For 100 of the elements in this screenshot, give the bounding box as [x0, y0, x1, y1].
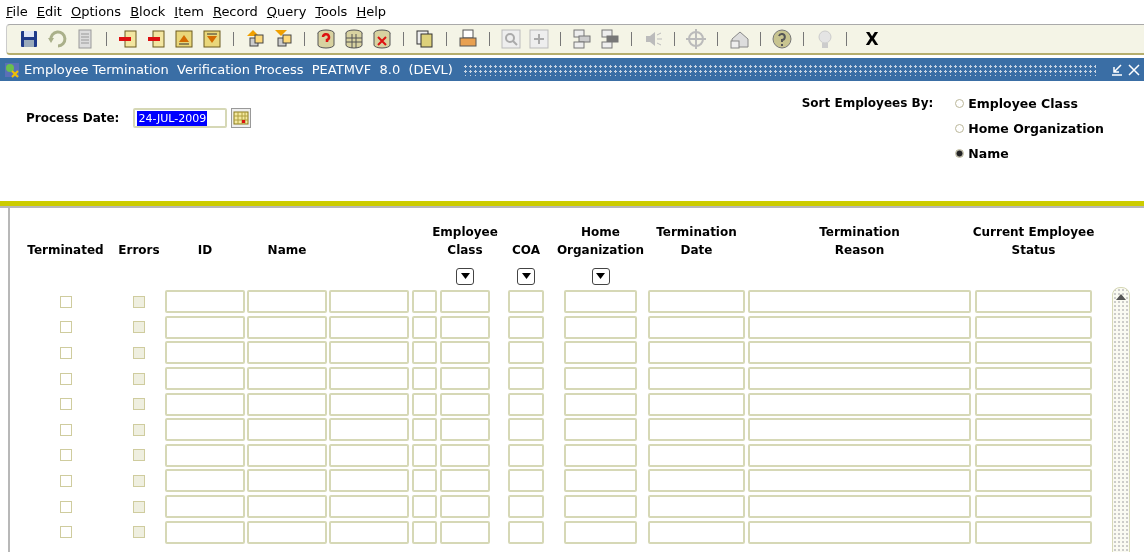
input-field[interactable]: [440, 520, 490, 544]
input-field[interactable]: [508, 443, 544, 467]
input-field[interactable]: [564, 392, 637, 416]
input-field[interactable]: [165, 418, 245, 442]
input-field[interactable]: [975, 367, 1092, 391]
input-field[interactable]: [247, 392, 327, 416]
input-field[interactable]: [412, 341, 437, 365]
input-field[interactable]: [165, 290, 245, 314]
input-field[interactable]: [648, 495, 745, 519]
page-arrow-right-icon[interactable]: [116, 27, 140, 51]
input-field[interactable]: [440, 341, 490, 365]
input-field[interactable]: [329, 469, 409, 493]
menu-item[interactable]: Item: [170, 3, 208, 19]
input-field[interactable]: [564, 418, 637, 442]
checkbox[interactable]: [59, 449, 72, 462]
input-field[interactable]: [247, 495, 327, 519]
down-triangle-icon[interactable]: [200, 27, 224, 51]
date-field[interactable]: 24-JUL-2009: [133, 108, 228, 128]
input-field[interactable]: [440, 315, 490, 339]
input-field[interactable]: [412, 367, 437, 391]
input-field[interactable]: [247, 341, 327, 365]
input-field[interactable]: [748, 495, 971, 519]
input-field[interactable]: [748, 290, 971, 314]
plus-icon[interactable]: [527, 27, 551, 51]
input-field[interactable]: [975, 290, 1092, 314]
input-field[interactable]: [165, 367, 245, 391]
input-field[interactable]: [247, 520, 327, 544]
input-field[interactable]: [508, 341, 544, 365]
input-field[interactable]: [564, 443, 637, 467]
input-field[interactable]: [508, 315, 544, 339]
input-field[interactable]: [748, 367, 971, 391]
database-icon[interactable]: [342, 27, 366, 51]
input-field[interactable]: [412, 443, 437, 467]
input-field[interactable]: [165, 341, 245, 365]
input-field[interactable]: [564, 520, 637, 544]
input-field[interactable]: [412, 469, 437, 493]
input-field[interactable]: [247, 315, 327, 339]
checkbox[interactable]: [133, 500, 145, 513]
checkbox[interactable]: [133, 526, 145, 539]
magnifier-icon[interactable]: [499, 27, 523, 51]
checkbox[interactable]: [59, 474, 72, 487]
input-field[interactable]: [564, 469, 637, 493]
scrollbar[interactable]: [1112, 287, 1130, 552]
close-icon[interactable]: [1128, 62, 1140, 77]
input-field[interactable]: [648, 392, 745, 416]
boxes-icon[interactable]: [598, 27, 622, 51]
input-field[interactable]: [508, 290, 544, 314]
minimize-icon[interactable]: [1110, 62, 1124, 77]
menu-item[interactable]: Query: [262, 3, 311, 19]
checkbox[interactable]: [133, 474, 145, 487]
input-field[interactable]: [648, 341, 745, 365]
input-field[interactable]: [975, 418, 1092, 442]
menu-item[interactable]: Tools: [311, 3, 352, 19]
checkbox[interactable]: [59, 347, 72, 359]
input-field[interactable]: [564, 495, 637, 519]
help-icon[interactable]: [770, 27, 794, 51]
menu-item[interactable]: Block: [126, 3, 170, 19]
input-field[interactable]: [329, 341, 409, 365]
input-field[interactable]: [165, 495, 245, 519]
checkbox[interactable]: [133, 321, 145, 334]
checkbox[interactable]: [59, 321, 72, 334]
checkbox[interactable]: [59, 500, 72, 513]
input-field[interactable]: [165, 520, 245, 544]
crosshair-icon[interactable]: [684, 27, 708, 51]
radio-option[interactable]: Name: [955, 143, 1104, 168]
checkbox[interactable]: [59, 526, 72, 539]
input-field[interactable]: [329, 290, 409, 314]
input-field[interactable]: [412, 392, 437, 416]
radio-option[interactable]: Employee Class: [955, 93, 1104, 118]
input-field[interactable]: [412, 418, 437, 442]
up-triangle-icon[interactable]: [172, 27, 196, 51]
question-database-icon[interactable]: [314, 27, 338, 51]
input-field[interactable]: [508, 520, 544, 544]
checkbox[interactable]: [133, 449, 145, 462]
menu-item[interactable]: File: [2, 3, 32, 19]
checkbox[interactable]: [133, 295, 145, 308]
calendar-icon[interactable]: [231, 108, 252, 128]
input-field[interactable]: [648, 367, 745, 391]
input-field[interactable]: [165, 392, 245, 416]
checkbox[interactable]: [133, 347, 145, 359]
menu-item[interactable]: Edit: [32, 3, 66, 19]
input-field[interactable]: [648, 469, 745, 493]
menu-item[interactable]: Help: [352, 3, 391, 19]
radio-option[interactable]: Home Organization: [955, 118, 1104, 143]
input-field[interactable]: [412, 495, 437, 519]
input-field[interactable]: [247, 290, 327, 314]
scroll-up-icon[interactable]: [1116, 292, 1126, 302]
input-field[interactable]: [975, 392, 1092, 416]
input-field[interactable]: [440, 469, 490, 493]
input-field[interactable]: [440, 290, 490, 314]
input-field[interactable]: [508, 495, 544, 519]
input-field[interactable]: [247, 367, 327, 391]
menu-item[interactable]: Record: [208, 3, 262, 19]
checkbox[interactable]: [59, 398, 72, 411]
input-field[interactable]: [975, 341, 1092, 365]
input-field[interactable]: [748, 392, 971, 416]
input-field[interactable]: [508, 392, 544, 416]
input-field[interactable]: [648, 443, 745, 467]
input-field[interactable]: [648, 315, 745, 339]
input-field[interactable]: [748, 520, 971, 544]
